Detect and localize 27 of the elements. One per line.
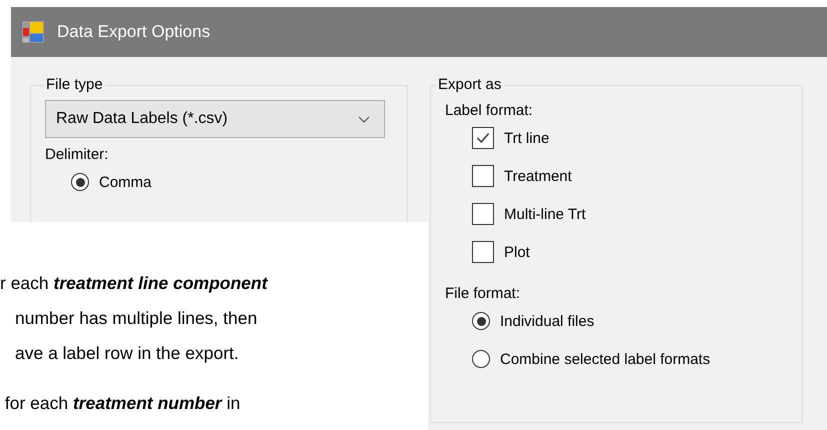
radio-label: Comma [99, 174, 152, 190]
label-format-label: Label format: [445, 102, 533, 119]
checkbox-label: Trt line [504, 130, 550, 146]
checkbox-label: Treatment [504, 168, 572, 184]
document-text-line: ave a label row in the export. [14, 342, 239, 365]
window-title: Data Export Options [57, 22, 210, 42]
radio-label: Combine selected label formats [500, 350, 710, 368]
radio-button[interactable] [472, 350, 490, 368]
checkbox[interactable] [472, 203, 494, 225]
chevron-down-icon [358, 116, 370, 122]
group-legend: File type [43, 76, 106, 93]
group-legend: Export as [435, 76, 504, 93]
app-icon [21, 20, 45, 44]
delimiter-label: Delimiter: [45, 146, 108, 163]
checkbox[interactable] [472, 165, 494, 187]
document-text-line: number has multiple lines, then [14, 307, 258, 330]
radio-button[interactable] [472, 312, 490, 330]
checkbox-label: Plot [504, 244, 530, 260]
document-text-line: r each treatment line component [0, 272, 268, 295]
checkbox-label: Multi-line Trt [504, 206, 586, 222]
document-text-line: for each treatment number in [4, 392, 240, 415]
checkbox[interactable] [472, 241, 494, 263]
file-format-label: File format: [445, 285, 520, 302]
checkbox[interactable] [472, 127, 494, 149]
file-type-dropdown[interactable]: Raw Data Labels (*.csv) [45, 100, 385, 138]
radio-button[interactable] [71, 173, 89, 191]
radio-label: Individual files [500, 312, 594, 330]
